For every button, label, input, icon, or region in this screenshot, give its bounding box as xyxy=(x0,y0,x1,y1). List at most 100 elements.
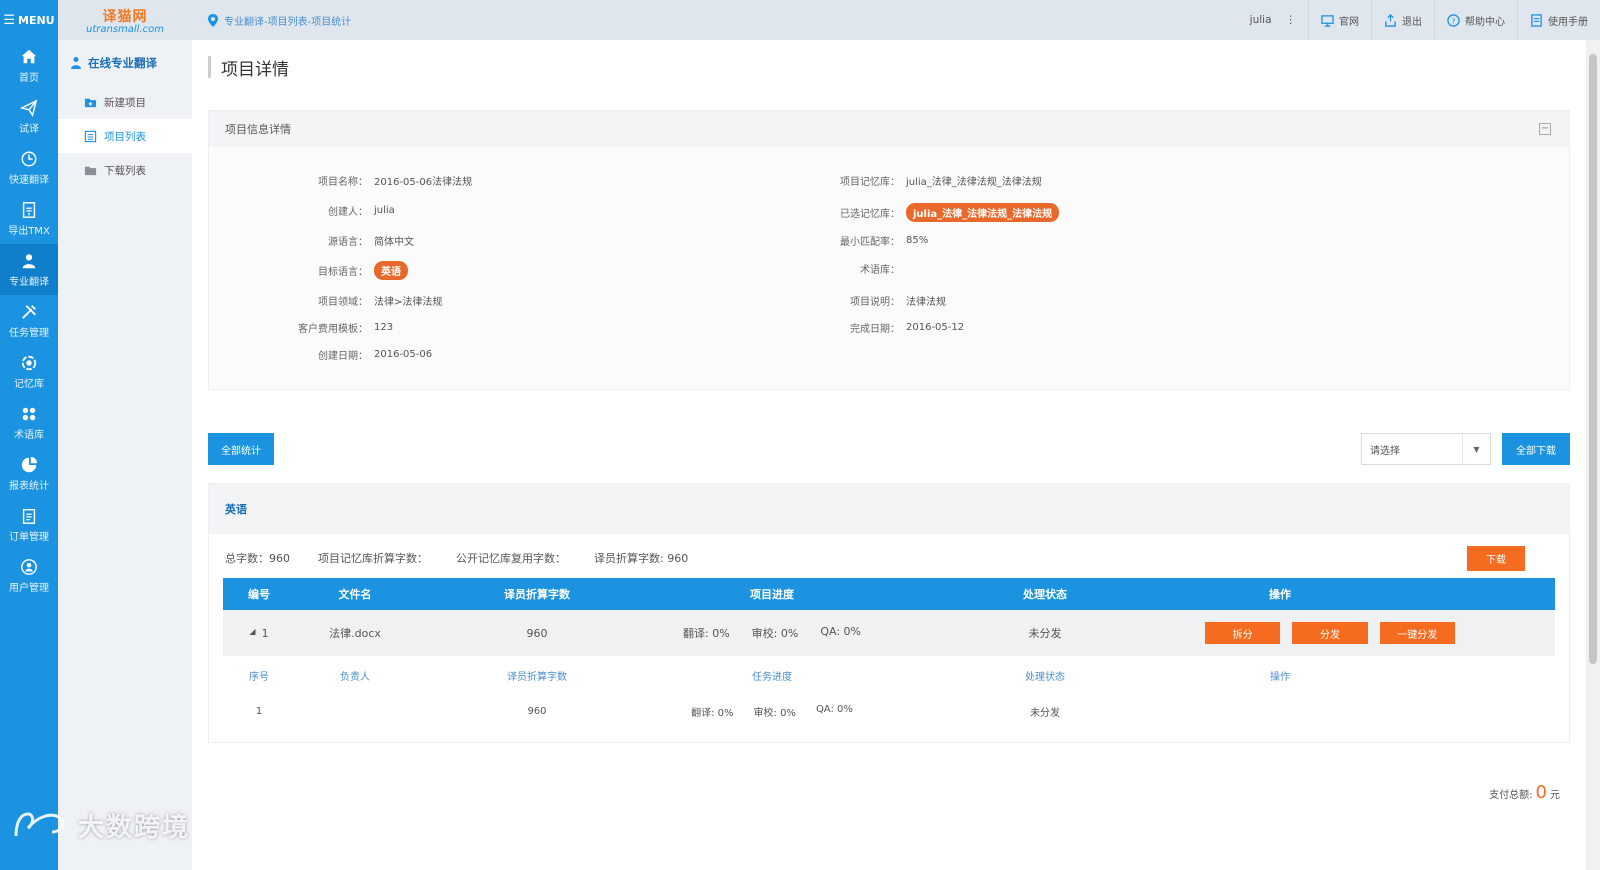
list-icon xyxy=(84,130,97,142)
project-info-panel: 项目信息详情 − 项目名称： 2016-05-06法律法规 创建人： julia 源… xyxy=(208,110,1570,390)
rail-item-pro-translate[interactable]: 专业翻译 xyxy=(0,244,58,295)
rail-item-users[interactable]: 用户管理 xyxy=(0,550,58,601)
rail-item-label: 术语库 xyxy=(14,429,44,441)
rail-item-label: 报表统计 xyxy=(9,480,49,492)
language-title: 英语 xyxy=(209,484,1569,534)
export-icon xyxy=(22,201,36,218)
hamburger-icon: ☰ xyxy=(3,12,16,28)
sub-progress-values: 翻译: 0% 审校: 0% QA: 0% xyxy=(691,703,853,719)
rail-item-quick-translate[interactable]: 快速翻译 xyxy=(0,142,58,193)
info-domain: 项目领域： 法律>法律法规 xyxy=(318,297,443,308)
location-pin-icon xyxy=(208,13,218,27)
panel-title: 项目信息详情 xyxy=(225,123,291,136)
status-text: 未分发 xyxy=(1028,627,1062,640)
rail-item-label: 任务管理 xyxy=(9,327,49,339)
paper-plane-icon xyxy=(20,98,38,117)
scrollbar-thumb[interactable] xyxy=(1589,54,1597,664)
info-project-name: 项目名称： 2016-05-06法律法规 xyxy=(318,177,473,188)
info-done-date: 完成日期： 2016-05-12 xyxy=(850,322,965,335)
one-click-distribute-button[interactable]: 一键分发 xyxy=(1379,622,1455,644)
clipboard-icon xyxy=(22,508,36,524)
split-button[interactable]: 拆分 xyxy=(1205,622,1281,644)
subnav-item-project-list[interactable]: 项目列表 xyxy=(58,119,192,153)
translator-icon xyxy=(22,253,36,268)
rail-item-label: 订单管理 xyxy=(9,531,49,543)
tools-icon xyxy=(22,304,36,319)
all-stats-button[interactable]: 全部统计 xyxy=(208,433,274,465)
manual-icon xyxy=(1531,13,1542,27)
rail-item-label: 试译 xyxy=(19,123,39,135)
chevron-down-icon: ▼ xyxy=(1462,434,1490,464)
subnav-item-new-project[interactable]: 新建项目 xyxy=(58,85,192,119)
rail-item-label: 用户管理 xyxy=(9,582,49,594)
download-select[interactable]: 请选择 ▼ xyxy=(1361,433,1491,465)
info-min-match: 最小匹配率： 85% xyxy=(840,235,929,248)
help-center-link[interactable]: ? 帮助中心 xyxy=(1435,0,1518,40)
vertical-scrollbar[interactable] xyxy=(1586,40,1600,870)
info-target-lang: 目标语言： 英语 xyxy=(209,261,408,280)
manual-link[interactable]: 使用手册 xyxy=(1518,0,1600,40)
breadcrumb-text[interactable]: 专业翻译-项目列表-项目统计 xyxy=(224,13,351,28)
official-site-link[interactable]: 官网 xyxy=(1309,0,1372,40)
menu-button[interactable]: ☰ MENU xyxy=(0,0,58,40)
word-count-summary: 总字数：960 项目记忆库折算字数： 公开记忆库复用字数： 译员折算字数: 96… xyxy=(225,552,689,565)
info-created-date: 创建日期： 2016-05-06 xyxy=(318,349,433,362)
secondary-sidebar: 在线专业翻译 新建项目 项目列表 下载列表 xyxy=(58,40,192,870)
info-creator: 创建人： julia xyxy=(328,205,395,218)
info-source-lang: 源语言： 简体中文 xyxy=(328,237,414,248)
username: julia xyxy=(1249,14,1272,26)
top-link-label: 官网 xyxy=(1339,16,1359,28)
payment-total: 支付总额: 0 元 xyxy=(1489,782,1560,803)
sub-table-row: 1 960 翻译: 0% 审校: 0% QA: 0% 未分发 xyxy=(255,703,1060,719)
top-link-label: 退出 xyxy=(1402,16,1422,28)
breadcrumb: 专业翻译-项目列表-项目统计 xyxy=(208,13,1238,28)
info-termbase: 术语库： xyxy=(860,265,900,276)
home-icon xyxy=(21,49,37,63)
logout-link[interactable]: 退出 xyxy=(1372,0,1435,40)
subnav-item-download-list[interactable]: 下载列表 xyxy=(58,153,192,187)
pie-chart-icon xyxy=(21,456,38,472)
rail-item-label: 导出TMX xyxy=(8,225,50,237)
collapse-icon[interactable]: − xyxy=(1539,123,1551,135)
more-vertical-icon: ⋮ xyxy=(1285,14,1297,26)
distribute-button[interactable]: 分发 xyxy=(1292,622,1368,644)
menu-label: MENU xyxy=(18,13,55,27)
table-row: ◢ 1 法律.docx 960 翻译: 0% 审校: 0% QA: 0% 未分发… xyxy=(223,610,1555,656)
rail-item-label: 首页 xyxy=(19,72,39,84)
progress-values: 翻译: 0% 审校: 0% QA: 0% xyxy=(683,625,861,640)
download-all-button[interactable]: 全部下载 xyxy=(1502,433,1570,465)
rail-item-home[interactable]: 首页 xyxy=(0,40,58,91)
logout-icon xyxy=(1385,13,1396,27)
target-lang-tag: 英语 xyxy=(374,261,408,280)
sub-table-header: 序号 负责人 译员折算字数 任务进度 处理状态 操作 xyxy=(249,671,1290,683)
rail-item-trial[interactable]: 试译 xyxy=(0,91,58,142)
terms-icon xyxy=(22,407,36,420)
rail-item-reports[interactable]: 报表统计 xyxy=(0,448,58,499)
rail-item-label: 专业翻译 xyxy=(9,276,49,288)
rail-item-terms[interactable]: 术语库 xyxy=(0,397,58,448)
top-link-label: 帮助中心 xyxy=(1465,16,1505,28)
logo-en: utransmall.com xyxy=(85,23,164,35)
monitor-icon xyxy=(1321,14,1334,27)
subnav-item-label: 新建项目 xyxy=(104,96,146,109)
row-actions: 拆分 分发 一键分发 xyxy=(1205,622,1455,644)
subnav-group-title[interactable]: 在线专业翻译 xyxy=(58,40,192,85)
rail-item-export-tmx[interactable]: 导出TMX xyxy=(0,193,58,244)
download-button[interactable]: 下载 xyxy=(1467,546,1525,571)
folder-icon xyxy=(84,166,97,175)
clock-icon xyxy=(21,151,37,166)
top-header: 译猫网 utransmall.com 专业翻译-项目列表-项目统计 julia … xyxy=(58,0,1600,40)
rail-item-orders[interactable]: 订单管理 xyxy=(0,499,58,550)
subnav-title-label: 在线专业翻译 xyxy=(88,55,157,70)
rail-item-label: 快速翻译 xyxy=(9,174,49,186)
user-menu[interactable]: julia ⋮ xyxy=(1238,0,1309,40)
rail-item-task-manage[interactable]: 任务管理 xyxy=(0,295,58,346)
folder-plus-icon xyxy=(84,98,97,107)
expand-triangle-icon[interactable]: ◢ xyxy=(249,627,255,640)
logo[interactable]: 译猫网 utransmall.com xyxy=(58,0,192,40)
rail-item-memory[interactable]: 记忆库 xyxy=(0,346,58,397)
icon-rail: ☰ MENU 首页 试译 快速翻译 导出TMX 专业翻译 任务管理 记忆库 术语… xyxy=(0,0,58,870)
help-icon: ? xyxy=(1447,13,1460,27)
logo-cn: 译猫网 xyxy=(102,8,148,25)
info-description: 项目说明： 法律法规 xyxy=(850,297,946,308)
